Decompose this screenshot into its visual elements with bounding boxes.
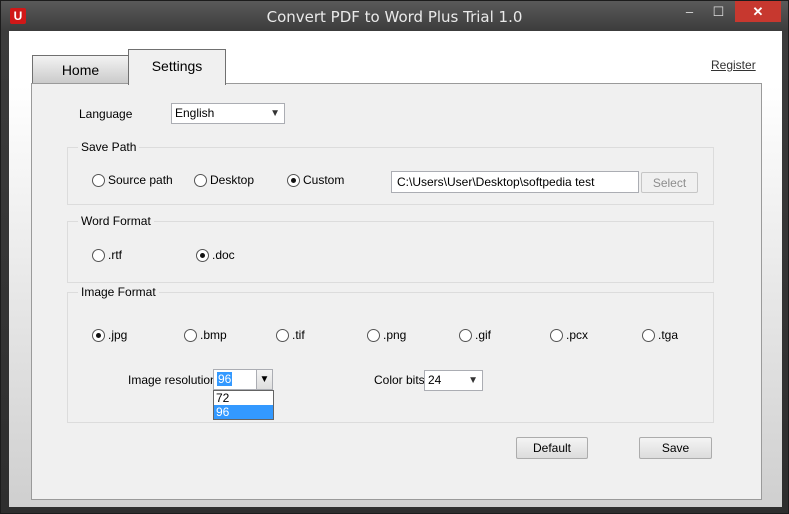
radio-rtf[interactable]: .rtf — [92, 248, 122, 262]
radio-circle-icon — [642, 328, 655, 342]
radio-tga[interactable]: .tga — [642, 328, 678, 342]
window-title: Convert PDF to Word Plus Trial 1.0 — [266, 8, 523, 26]
radio-label: .pcx — [566, 328, 589, 342]
radio-label: .bmp — [200, 328, 227, 342]
minimize-button[interactable]: – — [675, 1, 704, 22]
image-resolution-value: 96 — [217, 372, 233, 386]
radio-circle-icon — [184, 328, 197, 342]
image-resolution-label: Image resolution — [128, 373, 217, 387]
save-button[interactable]: Save — [639, 437, 712, 459]
language-label: Language — [79, 107, 133, 121]
radio-source-path[interactable]: Source path — [92, 173, 173, 187]
radio-label: .jpg — [108, 328, 128, 342]
radio-pcx[interactable]: .pcx — [550, 328, 588, 342]
radio-selected-icon — [92, 328, 105, 342]
image-format-group: Image Format .jpg .bmp .tif .png .gif .p… — [67, 285, 714, 423]
save-path-input[interactable]: C:\Users\User\Desktop\softpedia test — [391, 171, 639, 193]
word-format-group: Word Format .rtf .doc — [67, 214, 714, 283]
dropdown-option-72[interactable]: 72 — [214, 391, 273, 405]
radio-label: Custom — [303, 173, 345, 187]
language-value: English — [175, 106, 215, 120]
radio-label: .tif — [292, 328, 305, 342]
register-link[interactable]: Register — [711, 58, 756, 72]
title-bar[interactable]: U Convert PDF to Word Plus Trial 1.0 – ☐… — [1, 1, 788, 31]
radio-desktop[interactable]: Desktop — [194, 173, 254, 187]
image-resolution-dropdown: 72 96 — [213, 390, 274, 420]
radio-circle-icon — [276, 328, 289, 342]
radio-gif[interactable]: .gif — [459, 328, 491, 342]
radio-selected-icon — [196, 248, 209, 262]
word-format-title: Word Format — [78, 214, 154, 228]
default-button[interactable]: Default — [516, 437, 588, 459]
settings-panel: Language English ▼ Save Path Source path… — [31, 83, 762, 500]
app-window: U Convert PDF to Word Plus Trial 1.0 – ☐… — [0, 0, 789, 514]
radio-custom[interactable]: Custom — [287, 173, 344, 187]
close-button[interactable]: ✕ — [735, 1, 781, 22]
radio-circle-icon — [367, 328, 380, 342]
radio-jpg[interactable]: .jpg — [92, 328, 127, 342]
image-resolution-select[interactable]: 96 ▼ — [213, 369, 273, 390]
radio-label: .doc — [212, 248, 235, 262]
radio-selected-icon — [287, 173, 300, 187]
save-path-group: Save Path Source path Desktop Custom C:\… — [67, 140, 714, 205]
radio-png[interactable]: .png — [367, 328, 406, 342]
color-bits-select[interactable]: 24 ▼ — [424, 370, 483, 391]
chevron-down-icon: ▼ — [468, 375, 478, 386]
radio-circle-icon — [92, 173, 105, 187]
radio-label: Source path — [108, 173, 173, 187]
chevron-down-icon: ▼ — [270, 108, 280, 119]
language-select[interactable]: English ▼ — [171, 103, 285, 124]
radio-doc[interactable]: .doc — [196, 248, 235, 262]
tab-home[interactable]: Home — [32, 55, 129, 84]
chevron-down-icon[interactable]: ▼ — [256, 370, 272, 389]
radio-bmp[interactable]: .bmp — [184, 328, 227, 342]
radio-circle-icon — [194, 173, 207, 187]
radio-circle-icon — [459, 328, 472, 342]
save-path-title: Save Path — [78, 140, 140, 154]
dropdown-option-96[interactable]: 96 — [214, 405, 273, 419]
radio-label: .gif — [475, 328, 492, 342]
color-bits-value: 24 — [428, 373, 442, 387]
radio-label: .png — [383, 328, 407, 342]
radio-label: .tga — [658, 328, 679, 342]
tab-settings[interactable]: Settings — [128, 49, 226, 85]
image-format-title: Image Format — [78, 285, 159, 299]
maximize-button[interactable]: ☐ — [704, 1, 733, 22]
radio-circle-icon — [92, 248, 105, 262]
radio-circle-icon — [550, 328, 563, 342]
client-area: Home Settings Register Language English … — [9, 31, 782, 507]
select-button[interactable]: Select — [641, 172, 698, 193]
radio-tif[interactable]: .tif — [276, 328, 305, 342]
radio-label: .rtf — [108, 248, 122, 262]
color-bits-label: Color bits — [374, 373, 425, 387]
radio-label: Desktop — [210, 173, 255, 187]
